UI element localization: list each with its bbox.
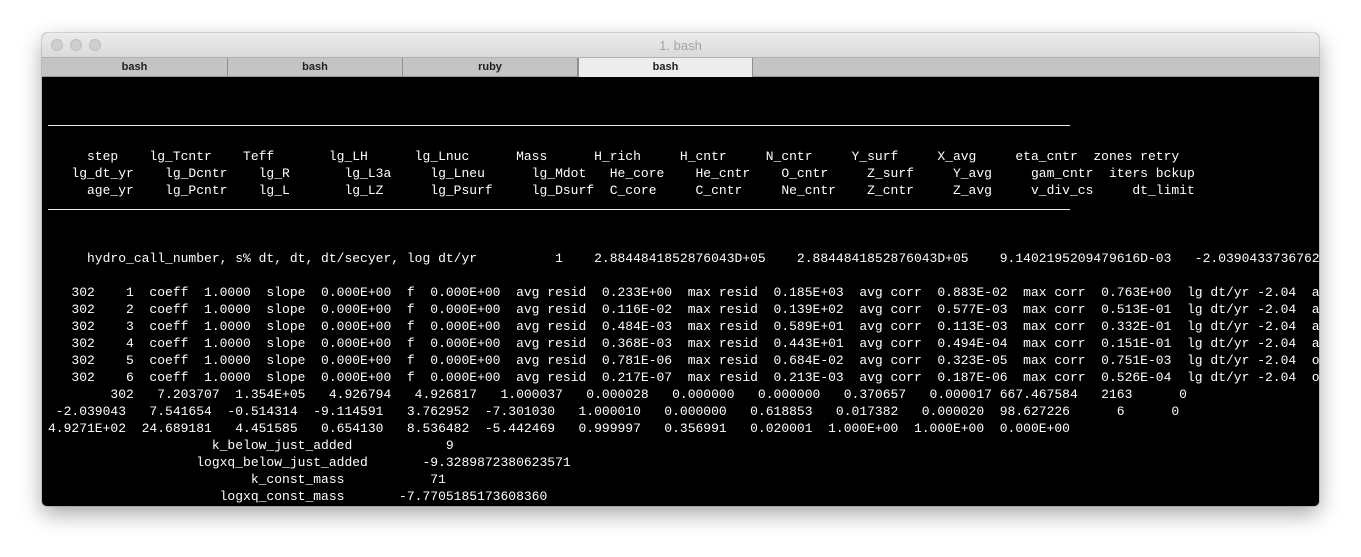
extra-line: k_const_mass 71 <box>48 472 446 487</box>
separator-line <box>48 209 1070 210</box>
iteration-line: 302 3 coeff 1.0000 slope 0.000E+00 f 0.0… <box>48 319 1319 334</box>
header-line: age_yr lg_Pcntr lg_L lg_LZ lg_Psurf lg_D… <box>48 183 1195 198</box>
iteration-line: 302 6 coeff 1.0000 slope 0.000E+00 f 0.0… <box>48 370 1319 385</box>
terminal-window: 1. bash bash bash ruby bash step lg_Tcnt… <box>42 33 1319 506</box>
header-line: lg_dt_yr lg_Dcntr lg_R lg_L3a lg_Lneu lg… <box>48 166 1195 181</box>
summary-line: 4.9271E+02 24.689181 4.451585 0.654130 8… <box>48 421 1070 436</box>
header-line: step lg_Tcntr Teff lg_LH lg_Lnuc Mass H_… <box>48 149 1180 164</box>
tab-3[interactable]: ruby <box>403 58 578 77</box>
iteration-line: 302 5 coeff 1.0000 slope 0.000E+00 f 0.0… <box>48 353 1319 368</box>
iteration-line: 302 2 coeff 1.0000 slope 0.000E+00 f 0.0… <box>48 302 1319 317</box>
tab-2[interactable]: bash <box>228 58 403 77</box>
tab-4-active[interactable]: bash <box>578 58 753 78</box>
extra-line: logxq_below_just_added -9.32898723806235… <box>48 455 571 470</box>
title-bar[interactable]: 1. bash <box>42 33 1319 57</box>
hydro-call-line: hydro_call_number, s% dt, dt, dt/secyer,… <box>48 251 1319 266</box>
summary-line: -2.039043 7.541654 -0.514314 -9.114591 3… <box>48 404 1180 419</box>
extra-line: logxq_const_mass -7.7705185173608360 <box>48 489 548 504</box>
iteration-line: 302 4 coeff 1.0000 slope 0.000E+00 f 0.0… <box>48 336 1319 351</box>
terminal-output[interactable]: step lg_Tcntr Teff lg_LH lg_Lnuc Mass H_… <box>42 77 1319 506</box>
summary-line: 302 7.203707 1.354E+05 4.926794 4.926817… <box>48 387 1187 402</box>
iteration-line: 302 1 coeff 1.0000 slope 0.000E+00 f 0.0… <box>48 285 1319 300</box>
extra-line: k_below_just_added 9 <box>48 438 454 453</box>
tab-1[interactable]: bash <box>42 58 228 77</box>
tab-bar: bash bash ruby bash <box>42 57 1319 78</box>
window-title: 1. bash <box>659 38 702 53</box>
separator-line <box>48 125 1070 126</box>
